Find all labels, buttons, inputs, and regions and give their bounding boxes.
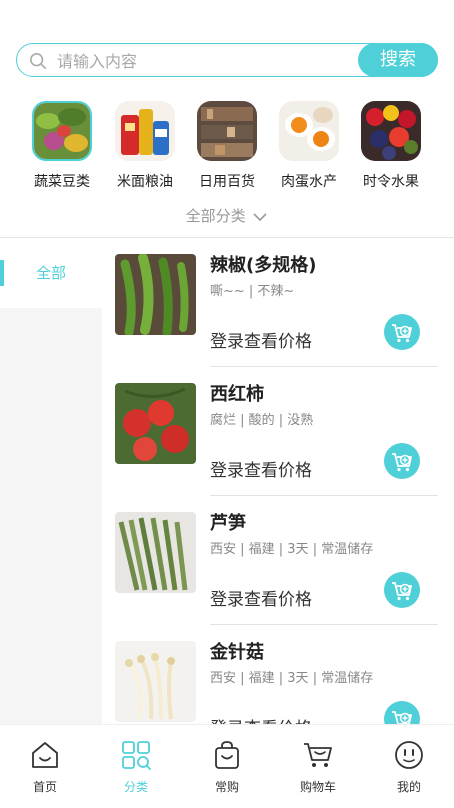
nav-frequent[interactable]: 常购 (182, 725, 272, 808)
category-label: 时令水果 (363, 174, 419, 190)
product-item[interactable]: 金针菇 西安 | 福建 | 3天 | 常温储存 登录查看价格 (102, 625, 454, 724)
product-name: 金针菇 (210, 642, 264, 663)
all-categories-label: 全部分类 (185, 207, 246, 225)
category-sidebar: 全部 (0, 238, 102, 724)
category-fruit[interactable]: 时令水果 (351, 101, 431, 191)
product-image-tomato (115, 383, 196, 464)
chevron-down-icon (253, 212, 267, 221)
product-tags: 腐烂 | 酸的 | 没熟 (210, 413, 314, 428)
category-label: 米面粮油 (117, 174, 173, 190)
product-item[interactable]: 辣椒(多规格) 嘶~~ | 不辣~ 登录查看价格 (102, 238, 454, 367)
home-icon (32, 742, 58, 768)
product-image-enoki (115, 641, 196, 722)
login-to-view-price[interactable]: 登录查看价格 (210, 327, 312, 352)
daily-goods-image (197, 101, 257, 161)
category-label: 肉蛋水产 (281, 174, 337, 190)
cart-add-icon (392, 453, 412, 472)
add-to-cart-button[interactable] (384, 314, 420, 350)
category-label: 蔬菜豆类 (34, 174, 90, 190)
product-list: 辣椒(多规格) 嘶~~ | 不辣~ 登录查看价格 西红柿 腐烂 | 酸的 | 没… (102, 238, 454, 724)
product-tags: 嘶~~ | 不辣~ (210, 284, 295, 299)
sidebar-item-label: 全部 (35, 264, 66, 282)
search-button[interactable]: 搜索 (358, 43, 438, 77)
cart-icon (304, 743, 332, 767)
login-to-view-price[interactable]: 登录查看价格 (210, 714, 312, 724)
add-to-cart-button[interactable] (384, 701, 420, 724)
fruit-image (361, 101, 421, 161)
login-to-view-price[interactable]: 登录查看价格 (210, 585, 312, 610)
nav-label: 首页 (32, 780, 57, 794)
nav-category[interactable]: 分类 (91, 725, 181, 808)
product-item[interactable]: 西红柿 腐烂 | 酸的 | 没熟 登录查看价格 (102, 367, 454, 496)
product-image-asparagus (115, 512, 196, 593)
cart-add-icon (392, 582, 412, 601)
product-image-chili (115, 254, 196, 335)
search-input[interactable] (55, 48, 359, 74)
nav-cart[interactable]: 购物车 (273, 725, 363, 808)
nav-label: 购物车 (299, 780, 336, 794)
category-vegetables[interactable]: 蔬菜豆类 (22, 101, 102, 191)
product-name: 芦笋 (210, 513, 246, 534)
profile-icon (395, 741, 423, 769)
nav-home[interactable]: 首页 (0, 725, 90, 808)
add-to-cart-button[interactable] (384, 443, 420, 479)
sidebar-item-all[interactable]: 全部 (0, 238, 102, 308)
grain-oil-image (115, 101, 175, 161)
product-tags: 西安 | 福建 | 3天 | 常温储存 (210, 671, 374, 686)
search-bar: 搜索 (16, 43, 438, 77)
nav-profile[interactable]: 我的 (364, 725, 454, 808)
all-categories-toggle[interactable]: 全部分类 (0, 205, 454, 226)
nav-label: 常购 (214, 780, 239, 794)
cart-add-icon (392, 711, 412, 724)
shopping-bag-icon (215, 741, 239, 769)
category-daily-goods[interactable]: 日用百货 (187, 101, 267, 191)
nav-label: 分类 (123, 780, 148, 794)
category-grain-oil[interactable]: 米面粮油 (105, 101, 185, 191)
cart-add-icon (392, 324, 412, 343)
nav-label: 我的 (396, 780, 421, 794)
product-name: 西红柿 (210, 384, 264, 405)
bottom-nav: 首页 分类 常购 购物车 我的 (0, 724, 454, 808)
category-meat-eggs[interactable]: 肉蛋水产 (269, 101, 349, 191)
vegetables-image (32, 101, 92, 161)
product-name: 辣椒(多规格) (210, 255, 317, 276)
login-to-view-price[interactable]: 登录查看价格 (210, 456, 312, 481)
category-row: 蔬菜豆类 米面粮油 日用百货 肉蛋水产 时令水果 (0, 101, 454, 196)
product-tags: 西安 | 福建 | 3天 | 常温储存 (210, 542, 374, 557)
product-item[interactable]: 芦笋 西安 | 福建 | 3天 | 常温储存 登录查看价格 (102, 496, 454, 625)
category-label: 日用百货 (199, 174, 255, 190)
meat-eggs-image (279, 101, 339, 161)
search-icon (29, 52, 47, 70)
category-icon (122, 741, 151, 770)
add-to-cart-button[interactable] (384, 572, 420, 608)
